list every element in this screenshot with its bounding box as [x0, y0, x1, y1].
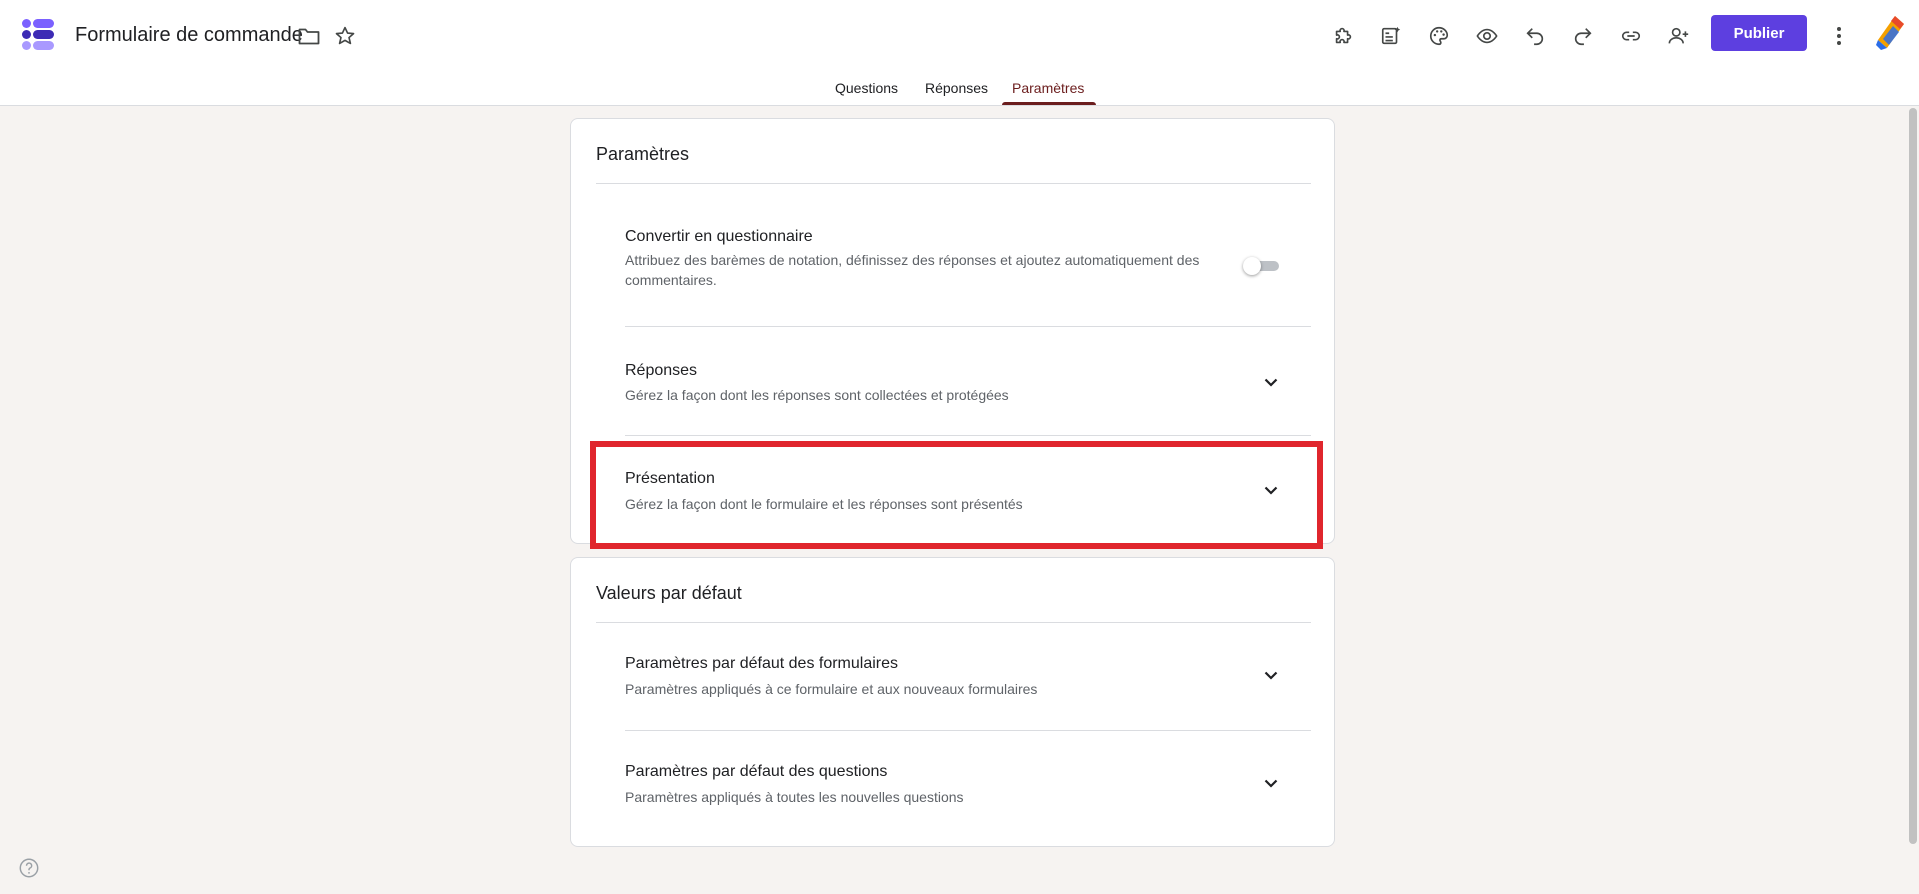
settings-card-title: Paramètres	[596, 144, 690, 164]
setting-description: Paramètres appliqués à ce formulaire et …	[625, 681, 1038, 697]
account-icon[interactable]	[1873, 14, 1907, 52]
setting-title: Présentation	[625, 470, 715, 487]
publish-button[interactable]: Publier	[1711, 15, 1807, 51]
card-divider	[596, 622, 1311, 623]
tab-questions[interactable]: Questions	[835, 80, 898, 96]
setting-description: Attribuez des barèmes de notation, défin…	[625, 252, 1200, 288]
chevron-down-icon[interactable]	[1257, 368, 1285, 396]
tab-bar: Questions Réponses Paramètres	[0, 74, 1919, 106]
undo-icon[interactable]	[1517, 18, 1553, 54]
redo-icon[interactable]	[1565, 18, 1601, 54]
setting-title: Paramètres par défaut des questions	[625, 763, 888, 780]
settings-card: Paramètres Convertir en questionnaire At…	[570, 118, 1335, 544]
setting-description: Paramètres appliqués à toutes les nouvel…	[625, 789, 964, 805]
defaults-card: Valeurs par défaut Paramètres par défaut…	[570, 557, 1335, 847]
setting-description: Gérez la façon dont les réponses sont co…	[625, 387, 1009, 403]
toggle-thumb	[1243, 257, 1261, 275]
add-collaborator-icon[interactable]	[1661, 18, 1697, 54]
link-icon[interactable]	[1613, 18, 1649, 54]
ai-assist-icon[interactable]	[1373, 18, 1409, 54]
chevron-down-icon[interactable]	[1257, 661, 1285, 689]
setting-title: Réponses	[625, 362, 698, 379]
defaults-card-title: Valeurs par défaut	[596, 583, 742, 603]
palette-icon[interactable]	[1421, 18, 1457, 54]
page-scrollbar[interactable]	[1909, 108, 1917, 844]
forms-logo[interactable]	[20, 16, 56, 52]
preview-eye-icon[interactable]	[1469, 18, 1505, 54]
tab-settings[interactable]: Paramètres	[1012, 80, 1084, 96]
chevron-down-icon[interactable]	[1257, 476, 1285, 504]
setting-description: Gérez la façon dont le formulaire et les…	[625, 496, 1023, 512]
quiz-toggle[interactable]	[1243, 257, 1279, 275]
chevron-down-icon[interactable]	[1257, 769, 1285, 797]
more-vert-icon[interactable]	[1821, 18, 1857, 54]
setting-title: Convertir en questionnaire	[625, 228, 813, 245]
row-divider	[625, 730, 1311, 731]
tab-responses[interactable]: Réponses	[925, 80, 988, 96]
star-icon[interactable]	[333, 24, 357, 48]
row-divider	[625, 435, 1311, 436]
top-header: Formulaire de commande Publier Questions…	[0, 0, 1919, 106]
setting-title: Paramètres par défaut des formulaires	[625, 655, 899, 672]
help-circle-icon[interactable]	[17, 856, 41, 880]
addon-puzzle-icon[interactable]	[1325, 18, 1361, 54]
folder-icon[interactable]	[297, 24, 321, 48]
document-title[interactable]: Formulaire de commande	[75, 22, 303, 48]
active-tab-indicator	[1002, 102, 1096, 105]
row-divider	[625, 326, 1311, 327]
card-divider	[596, 183, 1311, 184]
